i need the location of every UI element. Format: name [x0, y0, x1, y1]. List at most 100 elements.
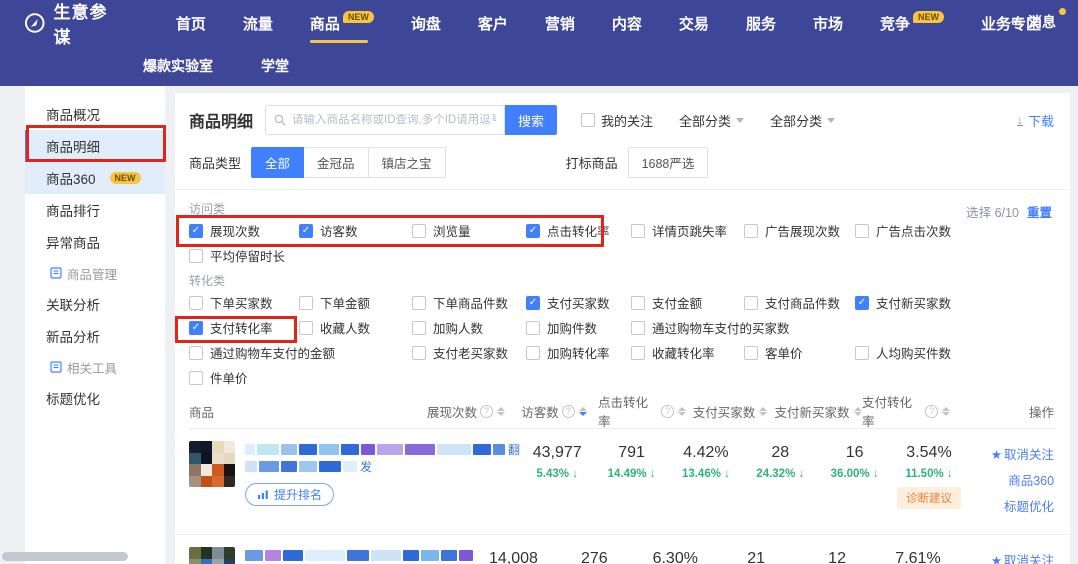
horizontal-scrollbar[interactable]: [2, 552, 128, 561]
metric-checkbox[interactable]: 加购件数: [526, 318, 631, 337]
product-type-button[interactable]: 金冠品: [304, 147, 369, 178]
metric-checkbox[interactable]: 平均停留时长: [189, 246, 299, 265]
sidebar-item[interactable]: 相关工具: [25, 352, 165, 382]
action-link[interactable]: ★取消关注: [966, 444, 1054, 463]
nav-item-link[interactable]: 交易: [679, 0, 709, 46]
category-dropdown-1[interactable]: 全部分类: [679, 111, 744, 130]
sort-control[interactable]: [854, 407, 862, 416]
metric-cell: 2161.54% ↑: [716, 547, 797, 564]
metric-checkbox[interactable]: ✓支付买家数: [526, 293, 631, 312]
info-icon[interactable]: [661, 405, 674, 418]
column-header[interactable]: 展现次数: [422, 402, 510, 421]
metric-checkbox[interactable]: ✓支付转化率: [189, 318, 299, 337]
nav-item-link[interactable]: 客户: [478, 0, 508, 46]
sort-control[interactable]: [678, 407, 686, 416]
metric-checkbox[interactable]: ✓点击转化率: [526, 221, 631, 240]
product-type-button[interactable]: 全部: [251, 147, 304, 178]
diagnose-suggestion-badge[interactable]: 诊断建议: [897, 487, 961, 509]
filter-section: 访问类✓展现次数✓访客数浏览量✓点击转化率详情页跳失率广告展现次数广告点击次数平…: [189, 200, 1056, 268]
nav-item-link[interactable]: 竞争NEW: [880, 0, 944, 46]
nav-item-link[interactable]: 首页: [176, 0, 206, 46]
column-header[interactable]: 支付转化率: [862, 392, 950, 430]
search-input[interactable]: [292, 114, 496, 126]
sidebar-item[interactable]: 商品概况: [25, 98, 165, 130]
metric-cell: 4.42%13.46% ↓: [669, 441, 743, 522]
metric-checkbox[interactable]: 广告展现次数: [744, 221, 855, 240]
column-header[interactable]: 支付新买家数: [774, 402, 862, 421]
metric-checkbox[interactable]: 浏览量: [412, 221, 526, 240]
checkbox-icon: ✓: [299, 224, 313, 238]
metric-checkbox[interactable]: 通过购物车支付的买家数: [631, 318, 855, 337]
sidebar-item[interactable]: 异常商品: [25, 226, 165, 258]
sidebar-item-label: 关联分析: [46, 294, 100, 314]
product-title-redacted[interactable]: 发: [245, 460, 520, 473]
metric-checkbox[interactable]: 收藏人数: [299, 318, 412, 337]
nav-item-link[interactable]: 询盘: [411, 0, 441, 46]
metric-checkbox[interactable]: 下单买家数: [189, 293, 299, 312]
metric-checkbox[interactable]: ✓展现次数: [189, 221, 299, 240]
product-type-button[interactable]: 镇店之宝: [369, 147, 446, 178]
top-navbar: 生意参谋 首页流量商品NEW询盘客户营销内容交易服务市场竞争NEW业务专区 ✉ …: [0, 0, 1078, 86]
nav-item-link[interactable]: 市场: [813, 0, 843, 46]
metric-checkbox[interactable]: 下单商品件数: [412, 293, 526, 312]
reset-link[interactable]: 重置: [1027, 202, 1052, 221]
filter-row: 件单价: [189, 365, 1056, 390]
sidebar-item[interactable]: 新品分析: [25, 320, 165, 352]
brand[interactable]: 生意参谋: [24, 0, 124, 48]
nav-item-link[interactable]: 营销: [545, 0, 575, 46]
metric-checkbox[interactable]: 下单金额: [299, 293, 412, 312]
metric-value: 16: [817, 444, 891, 462]
metric-checkbox[interactable]: 支付商品件数: [744, 293, 855, 312]
column-header[interactable]: 点击转化率: [598, 392, 686, 430]
metric-checkbox[interactable]: 广告点击次数: [855, 221, 1056, 240]
sidebar-item[interactable]: 商品明细: [25, 130, 165, 162]
metric-checkbox[interactable]: 支付金额: [631, 293, 744, 312]
sidebar-item[interactable]: 商品管理: [25, 258, 165, 288]
messages-button[interactable]: ✉ 消息: [1011, 12, 1056, 32]
thumbnail-pixel: [212, 441, 224, 453]
nav-item-link[interactable]: 内容: [612, 0, 642, 46]
metric-checkbox[interactable]: ✓支付新买家数: [855, 293, 1056, 312]
sidebar-item[interactable]: 标题优化: [25, 382, 165, 414]
metric-checkbox[interactable]: 客单价: [744, 343, 855, 362]
info-icon[interactable]: [480, 405, 493, 418]
my-focus-checkbox[interactable]: 我的关注: [581, 111, 653, 130]
download-button[interactable]: ↓ 下载: [1017, 111, 1054, 130]
metric-checkbox[interactable]: 人均购买件数: [855, 343, 1056, 362]
info-icon[interactable]: [562, 405, 575, 418]
action-link[interactable]: ★取消关注: [958, 550, 1054, 564]
boost-ranking-button[interactable]: 提升排名: [245, 483, 334, 506]
product-title-redacted[interactable]: 翻: [245, 443, 520, 456]
sidebar-item[interactable]: 商品排行: [25, 194, 165, 226]
metric-checkbox[interactable]: 件单价: [189, 368, 299, 387]
sort-control[interactable]: [942, 407, 950, 416]
sort-control[interactable]: [579, 407, 587, 416]
metric-checkbox[interactable]: 收藏转化率: [631, 343, 744, 362]
metric-checkbox[interactable]: ✓访客数: [299, 221, 412, 240]
product-thumbnail[interactable]: [189, 441, 235, 487]
search-button[interactable]: 搜索: [505, 105, 557, 135]
nav-item-link[interactable]: 流量: [243, 0, 273, 46]
category-dropdown-2[interactable]: 全部分类: [770, 111, 835, 130]
sort-control[interactable]: [497, 407, 505, 416]
metric-checkbox[interactable]: 详情页跳失率: [631, 221, 744, 240]
sidebar-item[interactable]: 关联分析: [25, 288, 165, 320]
sort-control[interactable]: [759, 407, 767, 416]
product-thumbnail[interactable]: [189, 547, 235, 564]
sidebar-item[interactable]: 商品360NEW: [25, 162, 165, 194]
info-icon[interactable]: [925, 405, 938, 418]
column-header[interactable]: 访客数: [510, 402, 598, 421]
column-header[interactable]: 支付买家数: [686, 402, 774, 421]
subnav-item[interactable]: 爆款实验室: [143, 56, 213, 76]
subnav-item[interactable]: 学堂: [261, 56, 289, 76]
action-link[interactable]: 商品360: [966, 470, 1054, 489]
nav-item-link[interactable]: 服务: [746, 0, 776, 46]
metric-checkbox[interactable]: 加购转化率: [526, 343, 631, 362]
product-title-redacted[interactable]: [245, 549, 473, 562]
metric-checkbox[interactable]: 加购人数: [412, 318, 526, 337]
metric-checkbox[interactable]: 通过购物车支付的金额: [189, 343, 412, 362]
action-link[interactable]: 标题优化: [966, 496, 1054, 515]
metric-checkbox[interactable]: 支付老买家数: [412, 343, 526, 362]
nav-item-active[interactable]: 商品NEW: [310, 0, 374, 46]
tag-1688-button[interactable]: 1688严选: [628, 147, 709, 178]
